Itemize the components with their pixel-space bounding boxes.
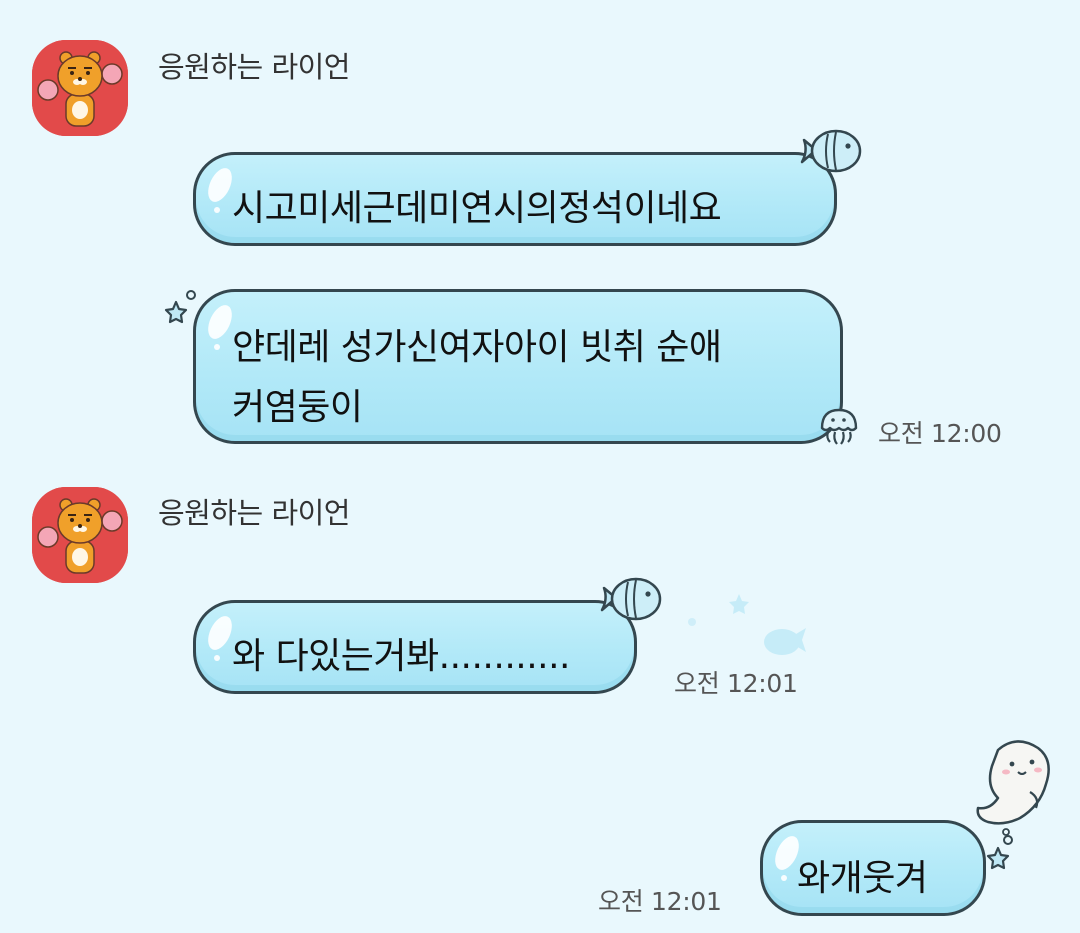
message-text: 와개웃겨 [797,858,928,899]
sender-name: 응원하는 라이언 [158,50,350,84]
bubble-gloss-dot [214,207,220,213]
sender-avatar[interactable] [32,40,128,136]
message-time: 오전 12:00 [878,419,1002,448]
fish-icon [800,129,862,173]
ryan-cheering-avatar-icon [32,487,128,583]
sender-name: 응원하는 라이언 [158,496,350,530]
message-time: 오전 12:01 [674,669,798,698]
message-bubble[interactable]: 얀데레 성가신여자아이 빗취 순애 커염둥이 [193,289,843,444]
bubble-gloss-dot [214,344,220,350]
fish-icon [600,577,662,621]
ryan-cheering-avatar-icon [32,40,128,136]
star-icon [164,290,196,324]
bubble-gloss-dot [781,875,787,881]
message-bubble-outgoing[interactable]: 와개웃겨 [760,820,986,916]
jellyfish-icon [820,408,858,445]
message-text: 와 다있는거봐............ [232,636,570,677]
sender-avatar[interactable] [32,487,128,583]
bubble-gloss-dot [214,655,220,661]
background-sparkle-icon [688,594,806,655]
message-time: 오전 12:01 [598,887,722,916]
message-text-line: 커염둥이 [232,387,363,428]
star-icon [986,835,1013,870]
seal-icon [976,740,1050,836]
message-bubble[interactable]: 와 다있는거봐............ [193,600,637,694]
message-text-line: 얀데레 성가신여자아이 빗취 순애 [232,327,722,368]
message-bubble[interactable]: 시고미세근데미연시의정석이네요 [193,152,837,246]
message-text: 시고미세근데미연시의정석이네요 [232,188,722,229]
